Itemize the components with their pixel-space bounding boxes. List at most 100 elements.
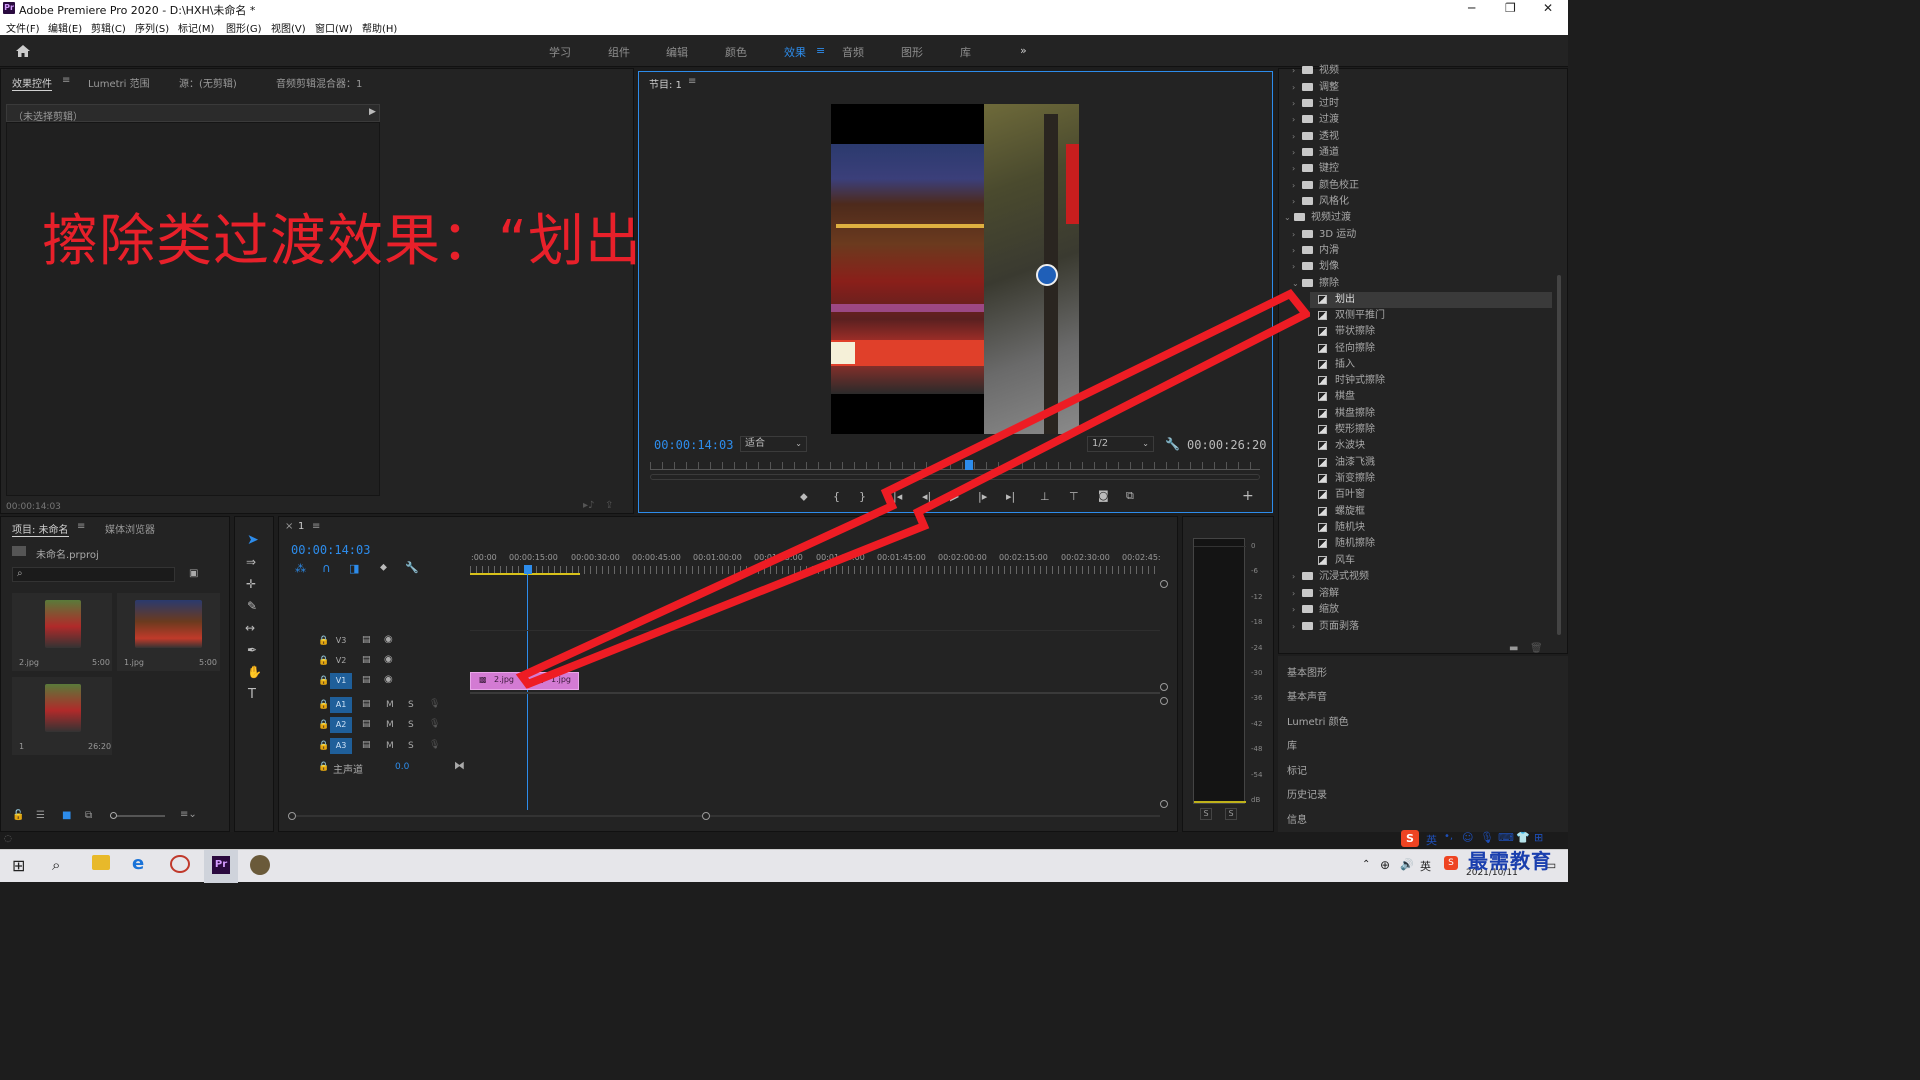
workspace-tab-audio[interactable]: 音频 (842, 44, 864, 60)
track-label[interactable]: V2 (330, 653, 352, 669)
track-label[interactable]: A1 (330, 697, 352, 713)
workspace-tab-assembly[interactable]: 组件 (608, 44, 630, 60)
solo-button[interactable]: S (408, 700, 414, 710)
tree-folder-3d-motion[interactable]: › 3D 运动 (1292, 227, 1356, 243)
list-view-icon[interactable]: ☰ (36, 810, 45, 821)
track-label[interactable]: A3 (330, 738, 352, 754)
sync-lock-icon[interactable]: ▤ (362, 655, 371, 665)
microphone-icon[interactable]: 🎙 (429, 740, 440, 750)
screen-capture-icon[interactable] (170, 855, 190, 873)
track-label[interactable]: V1 (330, 673, 352, 689)
tree-folder-stylize[interactable]: › 风格化 (1292, 194, 1349, 210)
snap-icon[interactable]: ∩ (322, 561, 331, 575)
slip-tool-icon[interactable]: ↔ (245, 621, 255, 635)
edge-browser-icon[interactable]: e (132, 853, 144, 874)
meter-solo-left[interactable]: S (1200, 808, 1212, 820)
project-menu-icon[interactable]: ≡ (77, 521, 85, 532)
tree-effect[interactable]: 渐变擦除 (1318, 471, 1375, 487)
project-item-1jpg[interactable]: 1.jpg 5:00 (117, 593, 220, 671)
menu-graphics[interactable]: 图形(G) (226, 20, 262, 35)
timeline-settings-icon[interactable]: 🔧 (405, 561, 419, 574)
sogou-logo-icon[interactable]: S (1401, 830, 1419, 847)
app-avatar-icon[interactable] (250, 855, 270, 875)
project-item-sequence[interactable]: 1 26:20 (12, 677, 112, 755)
mute-button[interactable]: M (386, 700, 394, 710)
type-tool-icon[interactable]: T (248, 687, 256, 702)
file-explorer-icon[interactable] (92, 855, 110, 870)
lock-icon[interactable]: 🔒 (318, 741, 329, 751)
nest-icon[interactable]: ⁂ (295, 562, 306, 575)
icon-view-icon[interactable]: ■ (62, 810, 71, 821)
workspace-tab-editing[interactable]: 编辑 (666, 44, 688, 60)
tray-chevron-icon[interactable]: ⌃ (1362, 859, 1370, 870)
track-label[interactable]: V3 (330, 633, 352, 649)
tree-effect[interactable]: 插入 (1318, 357, 1355, 373)
tree-effect[interactable]: 百叶窗 (1318, 487, 1365, 503)
meter-solo-right[interactable]: S (1225, 808, 1237, 820)
tree-effect[interactable]: 时钟式擦除 (1318, 373, 1385, 389)
lock-icon[interactable]: 🔓 (12, 810, 24, 821)
close-button[interactable]: ✕ (1543, 1, 1553, 15)
ripple-edit-tool-icon[interactable]: ✛ (246, 577, 256, 591)
solo-button[interactable]: S (408, 741, 414, 751)
tree-folder-transition[interactable]: › 过渡 (1292, 112, 1339, 128)
lock-icon[interactable]: 🔒 (318, 636, 329, 646)
panel-menu-icon[interactable]: ≡ (62, 75, 70, 86)
tree-folder-color-correction[interactable]: › 颜色校正 (1292, 178, 1359, 194)
tree-effect[interactable]: 风车 (1318, 553, 1355, 569)
hand-tool-icon[interactable]: ✋ (247, 665, 262, 679)
windows-start-icon[interactable]: ⊞ (12, 856, 25, 875)
tree-effect[interactable]: 棋盘擦除 (1318, 406, 1375, 422)
tree-folder-slide[interactable]: › 内滑 (1292, 243, 1339, 259)
menu-window[interactable]: 窗口(W) (315, 20, 353, 35)
tab-lumetri-scopes[interactable]: Lumetri 范围 (88, 75, 150, 90)
tree-effect-push-selected[interactable]: 划出 (1318, 292, 1355, 308)
tree-effect[interactable]: 随机擦除 (1318, 536, 1375, 552)
minimize-button[interactable]: ─ (1468, 1, 1475, 15)
menu-edit[interactable]: 编辑(E) (48, 20, 82, 35)
eye-icon[interactable]: ◉ (384, 674, 393, 685)
workspace-tab-learn[interactable]: 学习 (549, 44, 571, 60)
panel-markers[interactable]: 标记 (1287, 762, 1307, 777)
new-bin-icon[interactable]: ▣ (189, 568, 198, 579)
panel-libraries[interactable]: 库 (1287, 737, 1297, 752)
workspace-tab-libraries[interactable]: 库 (960, 44, 971, 60)
zoom-slider[interactable] (110, 812, 165, 819)
sync-lock-icon[interactable]: ▤ (362, 635, 371, 645)
maximize-button[interactable]: ❐ (1505, 1, 1516, 15)
lock-icon[interactable]: 🔒 (318, 720, 329, 730)
tab-project[interactable]: 项目: 未命名 (12, 521, 69, 537)
ime-mode-label[interactable]: 英 (1426, 832, 1437, 848)
tab-source[interactable]: 源：(无剪辑) (179, 75, 237, 90)
tree-effect[interactable]: 双侧平推门 (1318, 308, 1385, 324)
tree-folder-channel[interactable]: › 通道 (1292, 145, 1339, 161)
tab-program[interactable]: 节目: 1 (649, 76, 682, 91)
ime-keyboard-icon[interactable]: ⌨ (1498, 831, 1514, 844)
tree-effect[interactable]: 油漆飞溅 (1318, 455, 1375, 471)
tree-effect[interactable]: 带状擦除 (1318, 324, 1375, 340)
track-select-tool-icon[interactable]: ⇒ (246, 555, 256, 569)
workspace-tab-graphics[interactable]: 图形 (901, 44, 923, 60)
sync-lock-icon[interactable]: ▤ (362, 740, 371, 750)
mute-button[interactable]: M (386, 741, 394, 751)
pen-tool-icon[interactable]: ✒ (247, 643, 257, 657)
menu-file[interactable]: 文件(F) (6, 20, 40, 35)
microphone-icon[interactable]: 🎙 (429, 719, 440, 729)
eye-icon[interactable]: ◉ (384, 654, 393, 665)
close-sequence-icon[interactable]: × (285, 521, 293, 532)
ime-punct-icon[interactable]: •, (1444, 831, 1453, 842)
ime-emoji-icon[interactable]: ☺ (1462, 831, 1473, 844)
network-icon[interactable]: ⊕ (1380, 858, 1390, 872)
microphone-icon[interactable]: 🎙 (429, 699, 440, 709)
effects-scrollbar[interactable] (1557, 275, 1561, 635)
sync-lock-icon[interactable]: ▤ (362, 699, 371, 709)
menu-sequence[interactable]: 序列(S) (135, 20, 169, 35)
selection-tool-icon[interactable]: ➤ (247, 532, 259, 548)
panel-lumetri-color[interactable]: Lumetri 颜色 (1287, 713, 1349, 728)
track-label[interactable]: A2 (330, 717, 352, 733)
lock-icon[interactable]: 🔒 (318, 762, 329, 772)
menu-marker[interactable]: 标记(M) (178, 20, 214, 35)
add-marker-icon[interactable]: ⬥ (380, 562, 387, 573)
ime-voice-icon[interactable]: 🎙 (1480, 831, 1494, 844)
solo-button[interactable]: S (408, 720, 414, 730)
